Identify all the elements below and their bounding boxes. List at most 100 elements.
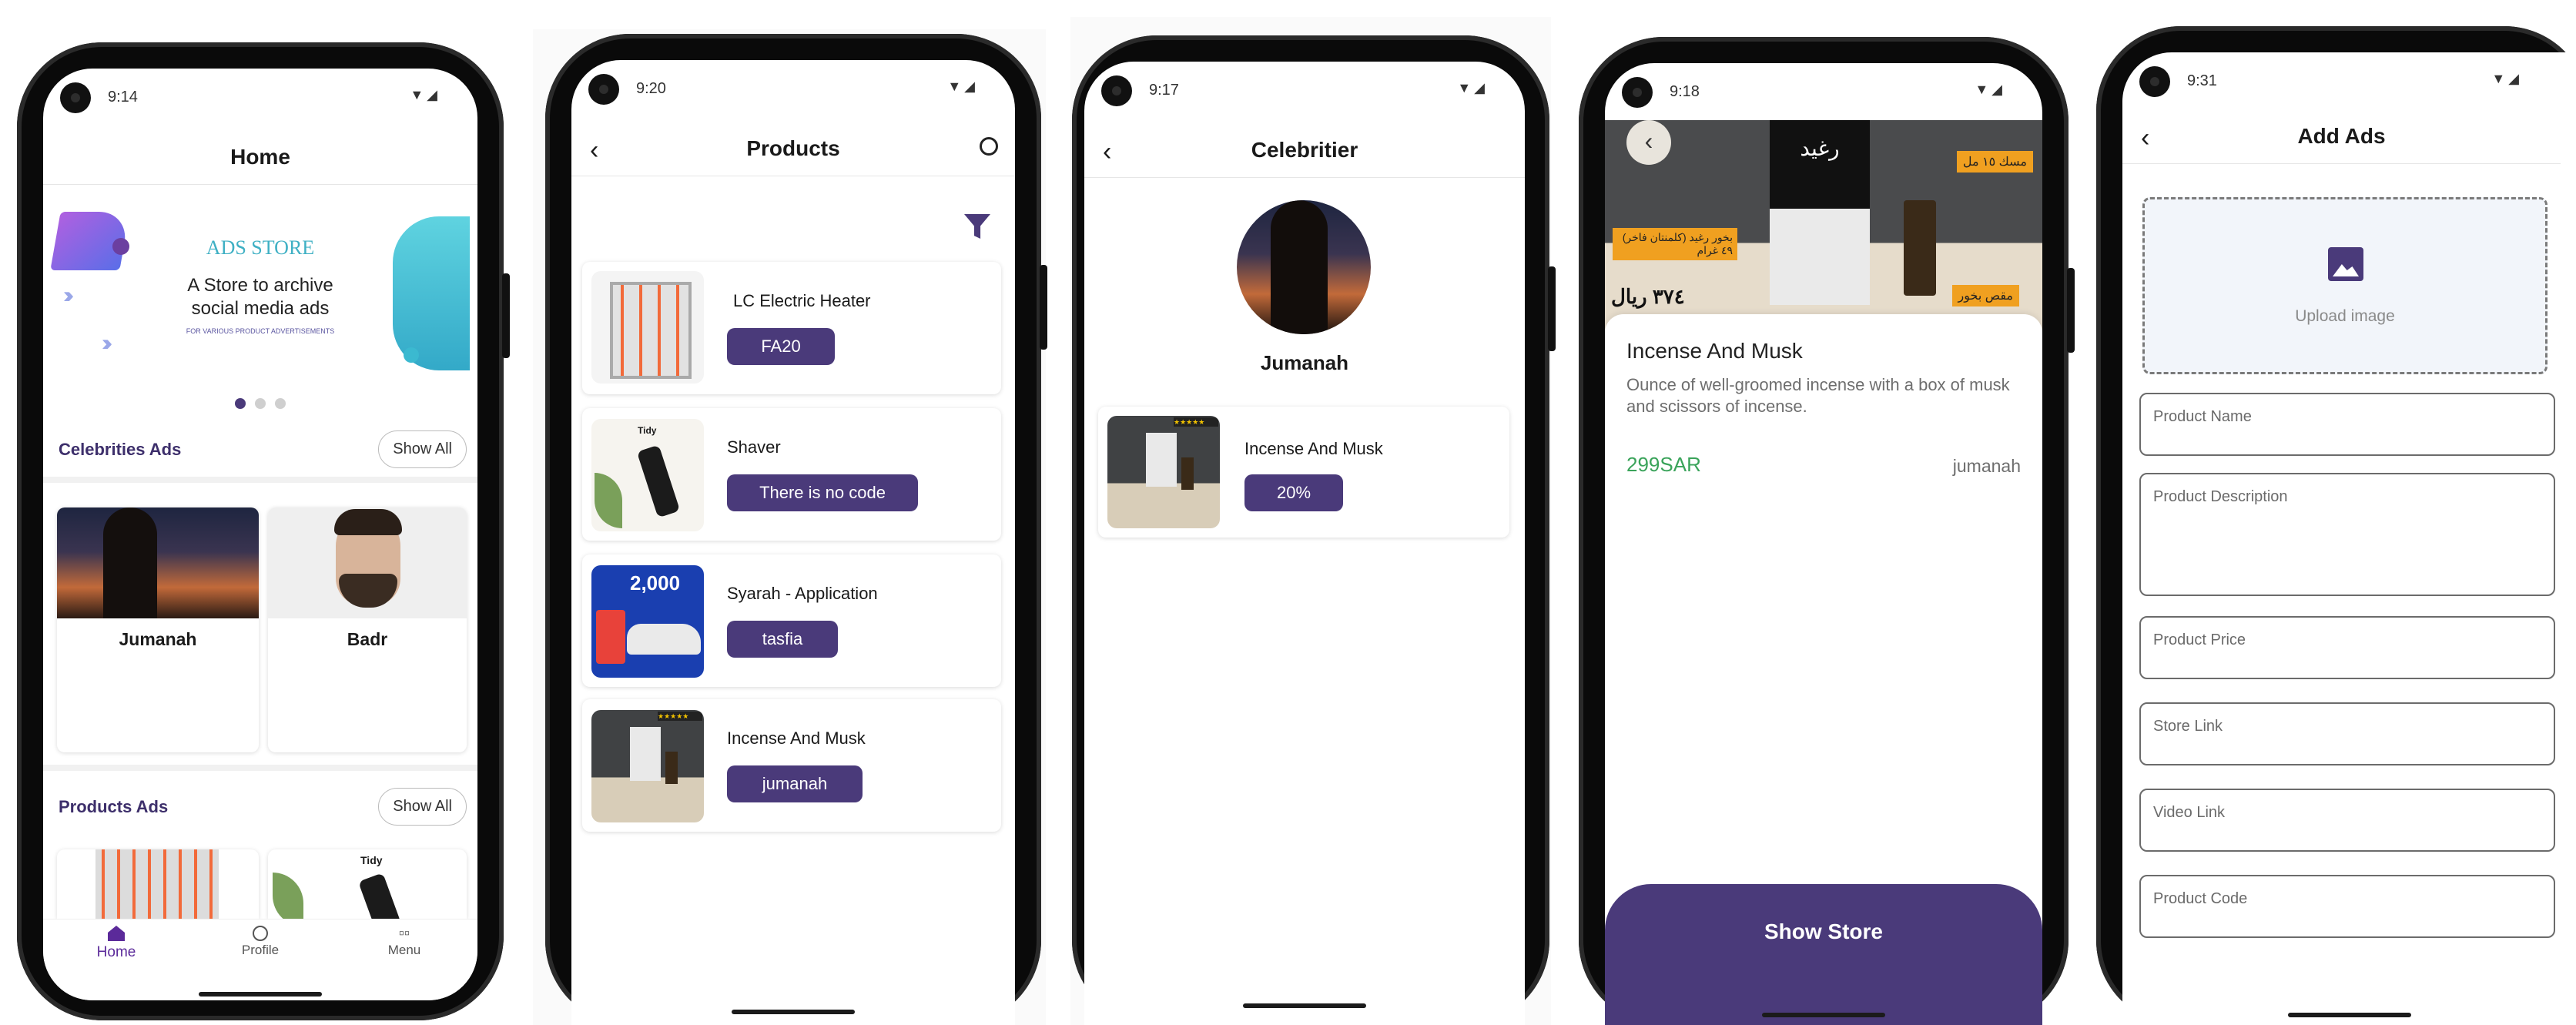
dot <box>275 398 286 409</box>
discount-badge[interactable]: 20% <box>1244 474 1343 511</box>
upload-image-area[interactable]: Upload image <box>2142 197 2548 374</box>
back-arrow-icon[interactable]: ‹ <box>590 136 598 166</box>
product-code-badge[interactable]: FA20 <box>727 328 835 365</box>
status-time: 9:18 <box>1670 83 1700 100</box>
ad-name: Incense And Musk <box>1244 439 1383 458</box>
back-arrow-icon[interactable]: ‹ <box>1103 137 1111 167</box>
product-code-field[interactable]: Product Code <box>2139 875 2555 938</box>
nav-label: Home <box>96 944 136 960</box>
tag-scissors: مقص بخور <box>1951 285 2019 306</box>
status-time: 9:20 <box>636 80 666 97</box>
shaver-image <box>358 873 401 919</box>
carousel-dots[interactable] <box>43 398 477 413</box>
dot <box>255 398 266 409</box>
heater-image <box>95 849 219 919</box>
show-all-celebrities-button[interactable]: Show All <box>378 430 467 468</box>
search-icon[interactable] <box>980 137 998 156</box>
ad-item[interactable]: ★★★★★ Incense And Musk 20% <box>1098 407 1509 538</box>
seller-name: jumanah <box>1952 456 2021 476</box>
camera-icon <box>2139 66 2170 97</box>
heater-image <box>610 282 692 379</box>
celebrity-name: Jumanah <box>119 629 197 649</box>
leaf-image <box>595 473 622 528</box>
product-name: Syarah - Application <box>727 584 878 603</box>
appbar: Home <box>43 130 477 185</box>
video-link-field[interactable]: Video Link <box>2139 789 2555 852</box>
show-store-button[interactable]: Show Store <box>1605 884 2042 1025</box>
avatar <box>1237 200 1371 334</box>
bottom-nav: Home Profile ▫▫ Menu <box>43 919 477 1000</box>
phone-detail: 9:18 ▼◢ ‹ رغيد مسك ١٥ مل بخور رغيد (كلمن… <box>1579 37 2075 1025</box>
product-item[interactable]: LC Electric Heater FA20 <box>582 262 1001 394</box>
product-card-heater[interactable] <box>57 849 259 919</box>
screen-addads: 9:31 ▼◢ ‹ Add Ads Upload image Product N… <box>2122 52 2576 1025</box>
status-time: 9:14 <box>108 89 138 106</box>
show-all-products-button[interactable]: Show All <box>378 788 467 826</box>
product-price-field[interactable]: Product Price <box>2139 616 2555 679</box>
product-code-badge[interactable]: There is no code <box>727 474 918 511</box>
screen-products: 9:20 ▼◢ ‹ Products LC Electric Heater FA… <box>571 60 1015 1025</box>
store-link-field[interactable]: Store Link <box>2139 702 2555 765</box>
celebrity-name: Badr <box>347 629 388 649</box>
appbar: ‹ Products <box>571 122 1015 176</box>
product-code-badge[interactable]: tasfia <box>727 621 838 658</box>
product-card-shaver[interactable]: Tidy <box>268 849 467 919</box>
product-name-field[interactable]: Product Name <box>2139 393 2555 456</box>
celebrity-name: Jumanah <box>1260 351 1349 374</box>
product-name: LC Electric Heater <box>733 291 871 310</box>
product-thumb: ★★★★★ <box>591 710 704 822</box>
product-thumb: ★★★★★ <box>1107 416 1220 528</box>
oil-bottle <box>665 752 678 784</box>
page-title: Add Ads <box>2297 124 2386 148</box>
banner-brand: ADS STORE <box>206 236 315 259</box>
back-arrow-icon[interactable]: ‹ <box>2141 123 2149 153</box>
appbar: ‹ Celebritier <box>1084 123 1525 178</box>
back-button[interactable]: ‹ <box>1626 120 1671 165</box>
product-thumb <box>591 271 704 384</box>
profile-icon <box>253 926 268 941</box>
product-code-badge[interactable]: jumanah <box>727 765 863 802</box>
phone-celebrity: 9:17 ▼◢ ‹ Celebritier Jumanah ★★★★★ Ince… <box>1072 35 1556 1025</box>
gesture-bar <box>199 992 322 997</box>
status-bar: 9:14 ▼◢ <box>43 69 477 130</box>
signal-icons: ▼◢ <box>410 87 440 102</box>
product-item[interactable]: Tidy Shaver There is no code <box>582 408 1001 541</box>
phone-products: 9:20 ▼◢ ‹ Products LC Electric Heater FA… <box>545 34 1047 1025</box>
status-time: 9:17 <box>1149 82 1179 99</box>
oil-bottle <box>1904 200 1936 296</box>
status-time: 9:31 <box>2187 72 2217 89</box>
nav-menu[interactable]: ▫▫ Menu <box>362 926 447 958</box>
screen-home: 9:14 ▼◢ Home ››› ››› ADS STORE A Store t… <box>43 69 477 1000</box>
nav-home[interactable]: Home <box>74 926 159 961</box>
upload-label: Upload image <box>2295 307 2395 325</box>
signal-icons: ▼◢ <box>2491 71 2522 86</box>
filter-icon[interactable] <box>964 214 990 239</box>
incense-bag <box>630 727 661 781</box>
shaver-brand: Tidy <box>638 425 657 436</box>
silhouette <box>1271 200 1328 334</box>
stars-badge: ★★★★★ <box>658 712 702 721</box>
celebrity-card-jumanah[interactable]: Jumanah <box>57 507 259 752</box>
ad-banner[interactable]: ››› ››› ADS STORE A Store to archive soc… <box>50 207 470 377</box>
section-title-products: Products Ads <box>59 797 169 816</box>
gesture-bar <box>2287 1013 2411 1017</box>
gesture-bar <box>1243 1003 1366 1008</box>
camera-icon <box>1101 75 1132 106</box>
power-button <box>502 273 510 358</box>
gesture-bar <box>732 1010 855 1014</box>
status-bar: 9:17 ▼◢ <box>1084 62 1525 123</box>
show-store-label: Show Store <box>1764 919 1883 943</box>
status-bar: 9:31 ▼◢ <box>2122 52 2576 114</box>
menu-icon: ▫▫ <box>398 925 410 942</box>
oil-bottle <box>1181 457 1194 490</box>
product-description-field[interactable]: Product Description <box>2139 473 2555 596</box>
tag-price-overlay: ٣٧٤ ريال <box>1611 285 1685 308</box>
tag-musk: مسك ١٥ مل <box>1956 151 2033 173</box>
incense-bag <box>1146 433 1177 487</box>
celebrity-card-badr[interactable]: Badr <box>268 507 467 752</box>
nav-profile[interactable]: Profile <box>218 926 303 958</box>
shaver-brand: Tidy <box>360 854 383 866</box>
product-item[interactable]: ★★★★★ Incense And Musk jumanah <box>582 699 1001 832</box>
product-item[interactable]: 2,000 Syarah - Application tasfia <box>582 554 1001 687</box>
signal-icons: ▼◢ <box>947 79 978 94</box>
